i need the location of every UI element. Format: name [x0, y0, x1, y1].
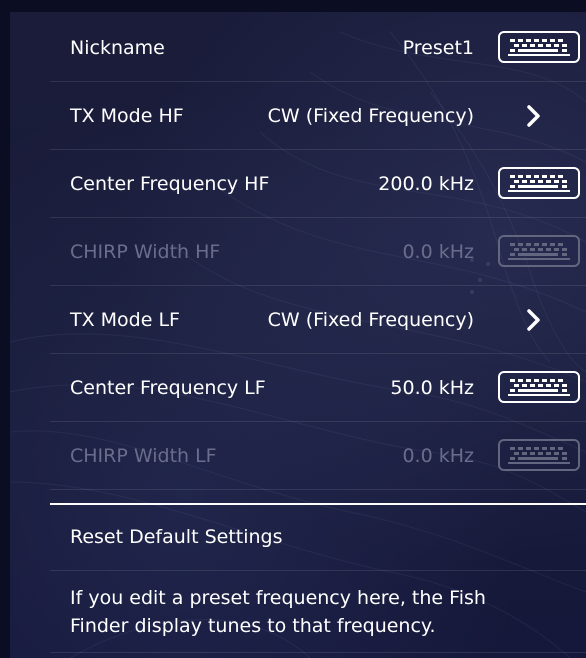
bottom-divider: [50, 652, 586, 653]
chirp-width-hf-value: 0.0 kHz: [402, 241, 474, 263]
info-text-line-2: Finder display tunes to that frequency.: [70, 615, 436, 637]
chirp-width-hf-row: CHIRP Width HF 0.0 kHz: [50, 218, 586, 286]
chirp-width-lf-label: CHIRP Width LF: [70, 445, 217, 467]
center-frequency-lf-row[interactable]: Center Frequency LF 50.0 kHz: [50, 354, 586, 422]
nickname-row[interactable]: Nickname Preset1: [50, 14, 586, 82]
center-frequency-lf-label: Center Frequency LF: [70, 377, 266, 399]
tx-mode-hf-label: TX Mode HF: [70, 105, 184, 127]
info-text-line-1: If you edit a preset frequency here, the…: [70, 587, 486, 609]
chirp-width-lf-row: CHIRP Width LF 0.0 kHz: [50, 422, 586, 490]
nickname-label: Nickname: [70, 37, 165, 59]
chevron-right-icon[interactable]: [522, 82, 546, 150]
tx-mode-hf-row[interactable]: TX Mode HF CW (Fixed Frequency): [50, 82, 586, 150]
chirp-width-hf-label: CHIRP Width HF: [70, 241, 221, 263]
chirp-width-lf-value: 0.0 kHz: [402, 445, 474, 467]
chevron-right-icon[interactable]: [522, 286, 546, 354]
nickname-value: Preset1: [402, 37, 474, 59]
settings-panel: Nickname Preset1 TX Mode HF CW (Fixed Fr…: [10, 12, 586, 658]
keyboard-icon[interactable]: [498, 31, 580, 63]
center-frequency-lf-value: 50.0 kHz: [390, 377, 474, 399]
keyboard-icon[interactable]: [498, 371, 580, 403]
center-frequency-hf-value: 200.0 kHz: [378, 173, 474, 195]
tx-mode-lf-value: CW (Fixed Frequency): [267, 309, 474, 331]
center-frequency-hf-row[interactable]: Center Frequency HF 200.0 kHz: [50, 150, 586, 218]
reset-default-settings-button[interactable]: Reset Default Settings: [50, 505, 586, 571]
keyboard-icon: [498, 235, 580, 267]
reset-default-settings-label: Reset Default Settings: [70, 526, 283, 548]
keyboard-icon: [498, 439, 580, 471]
tx-mode-lf-row[interactable]: TX Mode LF CW (Fixed Frequency): [50, 286, 586, 354]
keyboard-icon[interactable]: [498, 167, 580, 199]
tx-mode-hf-value: CW (Fixed Frequency): [267, 105, 474, 127]
center-frequency-hf-label: Center Frequency HF: [70, 173, 270, 195]
info-text: If you edit a preset frequency here, the…: [70, 584, 570, 640]
tx-mode-lf-label: TX Mode LF: [70, 309, 180, 331]
